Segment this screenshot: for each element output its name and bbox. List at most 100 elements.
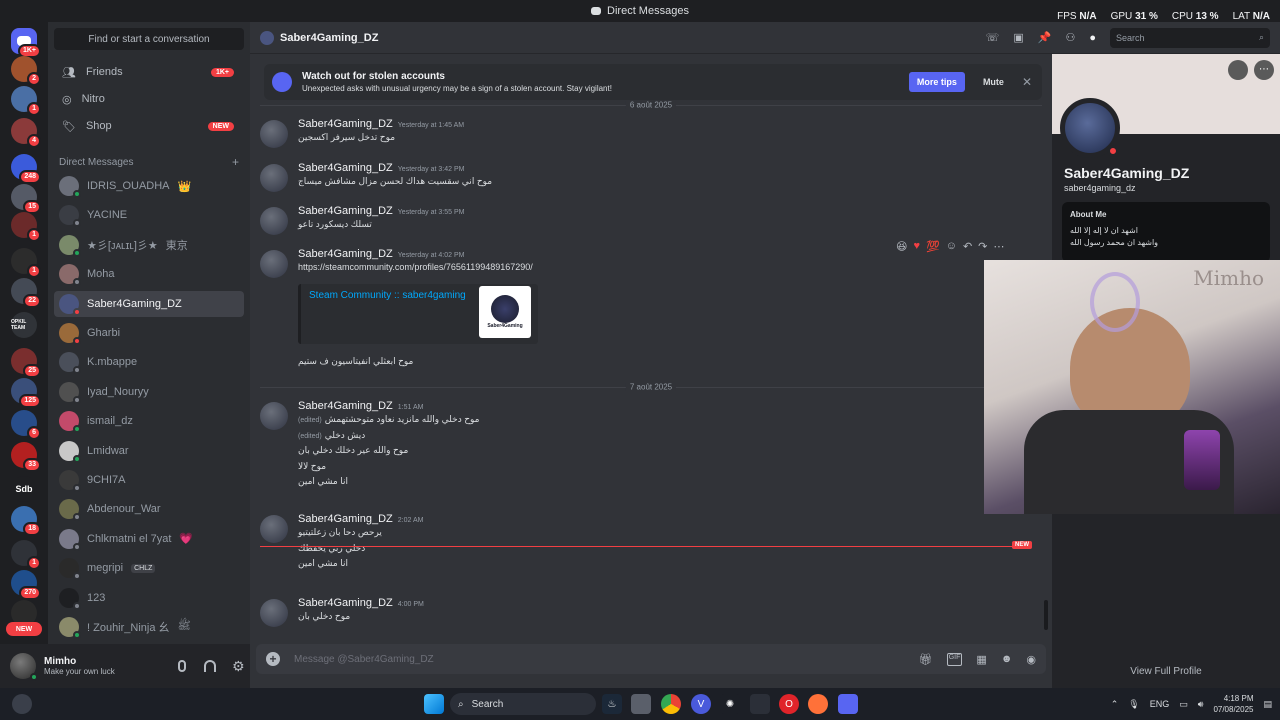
profile-avatar[interactable] xyxy=(1060,98,1120,158)
message-group[interactable]: Saber4Gaming_DZ 1:51 AM (edited) موح دخلي و… xyxy=(260,400,1042,496)
server-icon[interactable]: 4 xyxy=(11,118,41,148)
photo-app-icon[interactable] xyxy=(631,694,651,714)
steam-icon[interactable]: ♨ xyxy=(602,694,622,714)
dm-item[interactable]: Saber4Gaming_DZ xyxy=(54,290,244,317)
server-icon[interactable]: 22 xyxy=(11,278,41,308)
gif-icon[interactable]: GIF xyxy=(946,652,963,666)
server-icon[interactable]: 15 xyxy=(11,184,41,214)
message-avatar[interactable] xyxy=(260,164,288,192)
gaming-app-icon[interactable] xyxy=(750,694,770,714)
nav-nitro[interactable]: ◎ Nitro xyxy=(54,87,244,111)
server-icon[interactable]: 1 xyxy=(11,540,41,570)
message-author[interactable]: Saber4Gaming_DZ xyxy=(298,513,393,525)
server-icon[interactable]: 1 xyxy=(11,212,41,242)
embed-title[interactable]: Steam Community :: saber4gaming xyxy=(309,290,466,301)
search-box[interactable]: Search ⌕ xyxy=(1110,27,1270,48)
chat-scrollbar[interactable] xyxy=(1044,600,1048,630)
message-author[interactable]: Saber4Gaming_DZ xyxy=(298,118,393,130)
server-icon[interactable]: 125 xyxy=(11,378,41,408)
more-options-icon[interactable]: ⋯ xyxy=(1254,60,1274,80)
server-icon[interactable]: 25 xyxy=(11,348,41,378)
dm-item[interactable]: IDRIS_OUADHA 👑 xyxy=(54,173,244,199)
language-indicator[interactable]: ENG xyxy=(1150,699,1170,709)
add-friend-icon[interactable] xyxy=(1228,60,1248,80)
message-link[interactable]: https://steamcommunity.com/profiles/7656… xyxy=(298,262,533,272)
discord-taskbar-icon[interactable] xyxy=(838,694,858,714)
message-group[interactable]: Saber4Gaming_DZ Yesterday at 3:55 PM تسلك … xyxy=(260,205,1042,239)
dm-item[interactable]: Gharbi xyxy=(54,320,244,346)
message-avatar[interactable] xyxy=(260,515,288,543)
dm-item[interactable]: ! Zouhir_Ninja ⺓ ﷺ xyxy=(54,614,244,640)
server-icon[interactable]: OPKIL TEAM xyxy=(11,312,37,338)
start-button-icon[interactable] xyxy=(424,694,444,714)
message-group[interactable]: Saber4Gaming_DZ Yesterday at 3:42 PM موح ا… xyxy=(260,162,1042,196)
server-icon[interactable]: 1 xyxy=(11,86,41,116)
tray-chevron-icon[interactable]: ⌃ xyxy=(1111,699,1119,710)
volume-icon[interactable]: 🔊︎ xyxy=(1198,699,1204,710)
new-servers-pill[interactable]: NEW xyxy=(6,622,42,636)
message-author[interactable]: Saber4Gaming_DZ xyxy=(298,400,393,412)
dm-item[interactable]: ★彡[ᴊᴀʟɪʟ]彡★ 東京 xyxy=(54,232,244,258)
message-input[interactable]: Message @Saber4Gaming_DZ xyxy=(294,654,434,665)
mic-tray-icon[interactable]: 🎙︎ xyxy=(1128,699,1139,710)
message-avatar[interactable] xyxy=(260,402,288,430)
forward-icon[interactable]: ↷ xyxy=(978,240,987,253)
dm-item[interactable]: 9CHI7A xyxy=(54,467,244,493)
settings-gear-icon[interactable]: ⚙ xyxy=(232,658,245,675)
taskbar-search[interactable]: ⌕ Search xyxy=(450,693,596,715)
network-icon[interactable]: ▭ xyxy=(1179,699,1188,710)
dm-item[interactable]: Iyad_Nouryy xyxy=(54,379,244,405)
opera-gx-icon[interactable]: O xyxy=(779,694,799,714)
server-icon[interactable]: 270 xyxy=(11,570,41,600)
dm-item[interactable]: megripi CHLZ xyxy=(54,555,244,581)
dm-item[interactable]: Chlkmatni el 7yat 💗 xyxy=(54,526,244,552)
chrome-icon[interactable] xyxy=(661,694,681,714)
message-avatar[interactable] xyxy=(260,250,288,278)
clock[interactable]: 4:18 PM 07/08/2025 xyxy=(1213,693,1253,715)
dm-item[interactable]: Moha xyxy=(54,261,244,287)
widgets-icon[interactable] xyxy=(12,694,32,714)
dm-item[interactable]: ismail_dz xyxy=(54,408,244,434)
add-reaction-icon[interactable]: ☺ xyxy=(946,240,957,253)
find-conversation-button[interactable]: Find or start a conversation xyxy=(54,28,244,50)
dm-item[interactable]: 123 xyxy=(54,585,244,611)
mute-button[interactable]: Mute xyxy=(975,72,1012,92)
server-icon[interactable]: 2 xyxy=(11,56,41,86)
user-avatar[interactable] xyxy=(10,653,38,681)
add-attachment-icon[interactable]: + xyxy=(266,652,280,666)
more-tips-button[interactable]: More tips xyxy=(908,72,965,92)
vpn-app-icon[interactable]: V xyxy=(691,694,711,714)
dm-item[interactable]: YACINE xyxy=(54,202,244,228)
more-options-icon[interactable]: ⋯ xyxy=(993,240,1004,253)
server-icon[interactable]: 33 xyxy=(11,442,41,472)
add-friends-dm-icon[interactable]: ⚇ xyxy=(1065,31,1075,44)
server-icon[interactable]: Sdb xyxy=(11,476,37,502)
chat-header-name[interactable]: Saber4Gaming_DZ xyxy=(280,32,378,44)
nav-friends[interactable]: 👥︎ Friends 1K+ xyxy=(54,60,244,84)
close-icon[interactable]: ✕ xyxy=(1022,75,1032,89)
firefox-icon[interactable] xyxy=(808,694,828,714)
message-group[interactable]: Saber4Gaming_DZ Yesterday at 1:45 AM موح ت… xyxy=(260,118,1042,152)
message-author[interactable]: Saber4Gaming_DZ xyxy=(298,205,393,217)
embed-thumbnail[interactable]: Saber4Gaming xyxy=(479,286,531,338)
home-button[interactable]: 1K+ xyxy=(11,28,41,58)
voice-call-icon[interactable]: ☏ xyxy=(986,31,1000,44)
chatgpt-icon[interactable]: ✺ xyxy=(720,694,740,714)
emoji-icon[interactable]: ☻ xyxy=(1001,653,1013,666)
message-composer[interactable]: + Message @Saber4Gaming_DZ 🎁︎ GIF ▦ ☻ ◉ xyxy=(256,644,1046,674)
dm-item[interactable]: Abdenour_War xyxy=(54,496,244,522)
video-call-icon[interactable]: ▣ xyxy=(1013,31,1023,44)
server-icon[interactable]: 6 xyxy=(11,410,41,440)
dm-item[interactable]: K.mbappe xyxy=(54,349,244,375)
message-author[interactable]: Saber4Gaming_DZ xyxy=(298,597,393,609)
headphones-icon[interactable] xyxy=(204,660,216,672)
microphone-icon[interactable] xyxy=(178,660,186,672)
message-avatar[interactable] xyxy=(260,207,288,235)
message-group[interactable]: Saber4Gaming_DZ Yesterday at 4:02 PM https… xyxy=(260,248,1042,282)
hundred-reaction-icon[interactable]: 💯 xyxy=(926,240,940,253)
heart-reaction-icon[interactable]: ♥ xyxy=(913,240,920,253)
user-profile-icon[interactable]: ● xyxy=(1089,32,1096,44)
server-icon[interactable]: 1 xyxy=(11,248,41,278)
view-full-profile-link[interactable]: View Full Profile xyxy=(1052,666,1280,677)
dm-item[interactable]: Lmidwar xyxy=(54,438,244,464)
